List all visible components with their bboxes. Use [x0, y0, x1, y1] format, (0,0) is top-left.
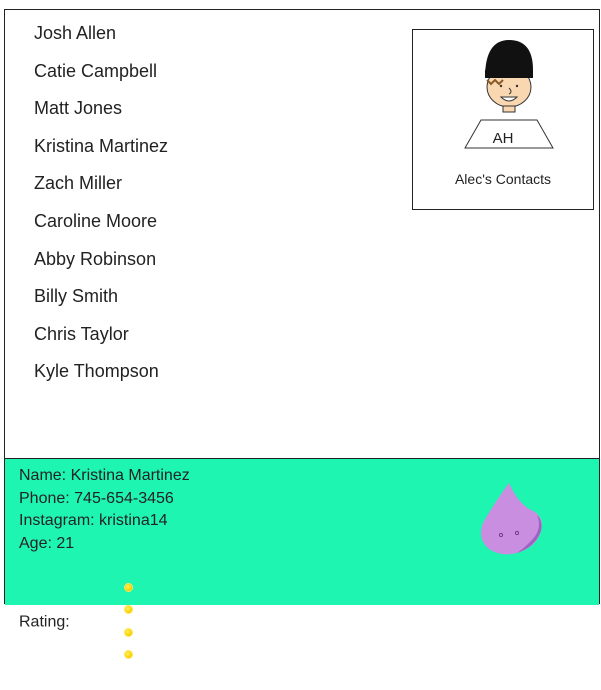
contact-item[interactable]: Billy Smith	[34, 285, 168, 323]
detail-age-text: Age: 21	[19, 534, 75, 552]
rating-label: Rating:	[19, 613, 70, 631]
rating-stars	[80, 553, 133, 688]
detail-age: Age: 21	[19, 533, 190, 556]
avatar-icon	[464, 40, 554, 149]
contact-details-panel: Name: Kristina Martinez Phone: 745-654-3…	[5, 458, 599, 658]
avatar-initials: AH	[492, 130, 514, 147]
detail-phone: Phone: 745-654-3456	[19, 488, 190, 511]
app-frame: Josh Allen Catie Campbell Matt Jones Kri…	[4, 9, 600, 658]
contact-item[interactable]: Abby Robinson	[34, 248, 168, 286]
detail-name-text: Name: Kristina Martinez	[19, 467, 190, 484]
contact-item[interactable]: Matt Jones	[34, 97, 168, 135]
detail-instagram-text: Instagram: kristina14	[19, 512, 168, 529]
star-icon	[124, 628, 132, 636]
details-text: Name: Kristina Martinez Phone: 745-654-3…	[19, 465, 190, 690]
star-icon	[124, 606, 132, 613]
contact-item[interactable]: Josh Allen	[34, 22, 168, 60]
purple-drop-creature-icon	[481, 483, 542, 555]
profile-card: AH Alec's Contacts	[412, 29, 594, 210]
contact-item[interactable]: Zach Miller	[34, 172, 168, 210]
contact-item[interactable]: Catie Campbell	[34, 60, 168, 98]
detail-name: Name: Kristina Martinez	[19, 465, 190, 488]
detail-phone-text: Phone: 745-654-3456	[19, 489, 174, 507]
contact-item[interactable]: Caroline Moore	[34, 210, 168, 248]
star-icon	[124, 583, 132, 591]
contact-item[interactable]: Chris Taylor	[34, 323, 168, 361]
contact-list: Josh Allen Catie Campbell Matt Jones Kri…	[34, 22, 168, 398]
star-icon	[124, 651, 132, 658]
detail-rating: Rating:	[19, 555, 190, 690]
contact-item[interactable]: Kristina Martinez	[34, 135, 168, 173]
profile-title: Alec's Contacts	[454, 171, 552, 187]
detail-instagram: Instagram: kristina14	[19, 510, 190, 533]
contact-item[interactable]: Kyle Thompson	[34, 360, 168, 398]
